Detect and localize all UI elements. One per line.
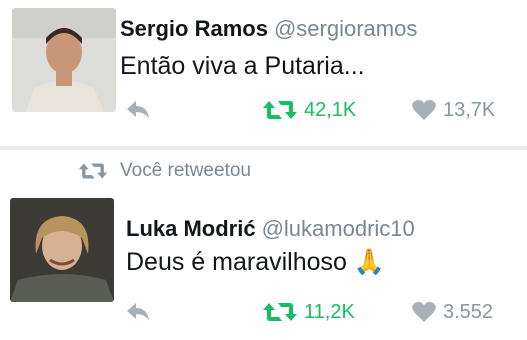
retweet-icon: [78, 163, 108, 179]
retweet-notice: Você retweetou: [78, 160, 251, 182]
display-name[interactable]: Sergio Ramos: [120, 16, 268, 41]
display-name[interactable]: Luka Modrić: [126, 216, 256, 241]
praying-hands-emoji: 🙏: [353, 248, 386, 276]
like-count: 13,7K: [443, 98, 496, 121]
user-handle[interactable]: @lukamodric10: [262, 216, 415, 241]
tweet-text: Então viva a Putaria...: [120, 52, 365, 80]
tweet-luka-modric: Luka Modrić @lukamodric10 Deus é maravilh…: [0, 192, 527, 340]
retweet-icon: [263, 303, 297, 321]
heart-icon: [412, 99, 436, 120]
avatar[interactable]: [12, 8, 116, 112]
retweet-button[interactable]: 42,1K: [262, 98, 356, 122]
tweet-actions: 42,1K 13,7K: [0, 98, 527, 128]
like-button[interactable]: 13,7K: [411, 98, 495, 122]
reply-button[interactable]: [124, 98, 152, 120]
reply-button[interactable]: [124, 300, 152, 322]
retweet-notice-row: Você retweetou: [0, 150, 527, 192]
reply-icon: [127, 303, 149, 320]
user-handle[interactable]: @sergioramos: [274, 16, 417, 41]
like-count: 3.552: [443, 300, 494, 323]
heart-icon: [412, 301, 436, 322]
retweet-icon: [263, 101, 297, 119]
tweet-header: Luka Modrić @lukamodric10: [126, 216, 415, 242]
like-button[interactable]: 3.552: [411, 300, 493, 324]
avatar-image: [10, 198, 114, 302]
avatar-image: [12, 8, 116, 112]
reply-icon: [127, 101, 149, 118]
avatar[interactable]: [10, 198, 114, 302]
retweet-count: 42,1K: [304, 98, 357, 121]
tweet-actions: 11,2K 3.552: [0, 300, 527, 330]
tweet-sergio-ramos: Sergio Ramos @sergioramos Então viva a Pu…: [0, 0, 527, 148]
retweet-count: 11,2K: [304, 300, 355, 323]
tweet-text-content: Deus é maravilhoso: [126, 248, 347, 276]
retweet-button[interactable]: 11,2K: [262, 300, 355, 324]
tweet-header: Sergio Ramos @sergioramos: [120, 16, 417, 42]
tweet-text: Deus é maravilhoso 🙏: [126, 248, 385, 277]
retweet-notice-text: Você retweetou: [120, 160, 251, 181]
